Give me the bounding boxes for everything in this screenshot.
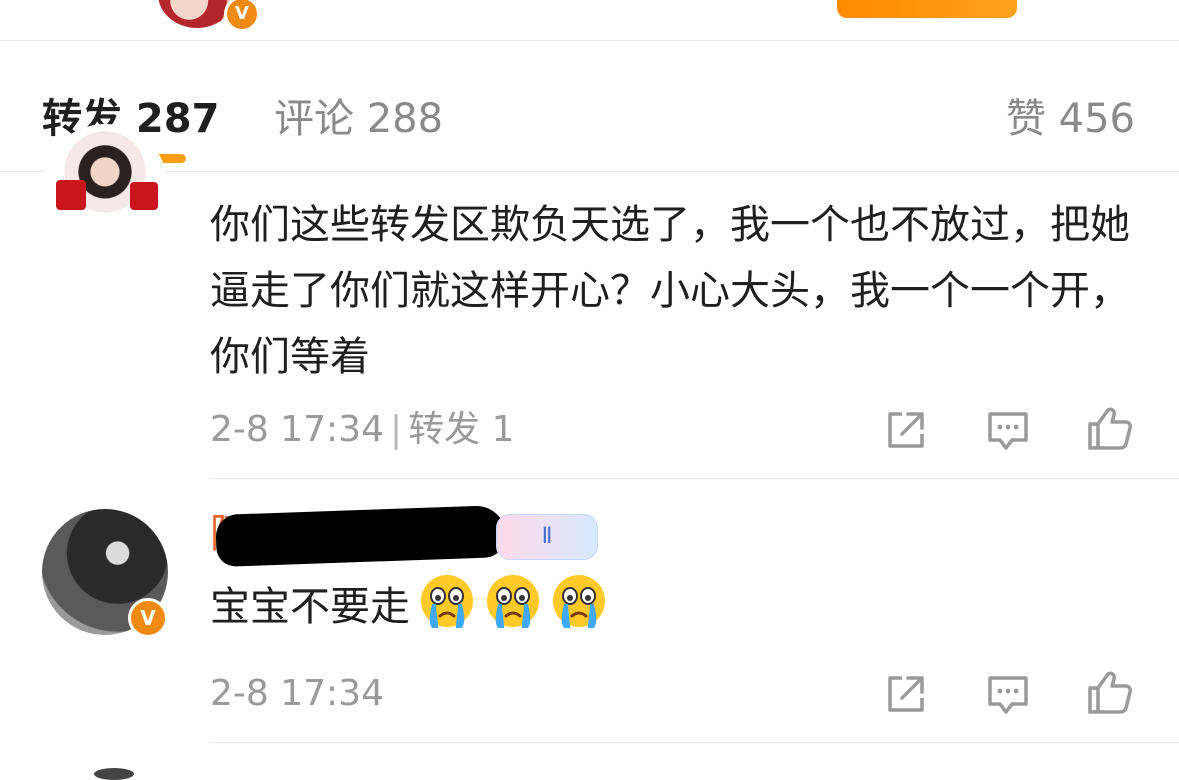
divider [210,478,1179,479]
fan-badge-label: Ⅱ [541,524,553,549]
author-avatar[interactable]: V [158,0,260,32]
timestamp: 2-8 17:34 [210,409,384,450]
repost-text-row: 宝宝不要走 [210,572,1130,640]
username-row[interactable]: 阿 Ⅱ [210,504,610,568]
divider [210,742,1179,743]
share-icon[interactable] [882,670,930,718]
comment-icon[interactable] [984,406,1032,454]
crying-face-icon [550,572,608,630]
verified-badge-icon: V [224,0,260,32]
follow-button[interactable] [837,0,1017,18]
avatar[interactable] [94,768,134,780]
thumbs-up-icon[interactable] [1086,668,1134,716]
repost-meta: 2-8 17:34 | 转发 1 [210,408,515,452]
repost-text: 你们这些转发区欺负天选了，我一个也不放过，把她逼走了你们就这样开心？小心大头，我… [210,202,1130,380]
fan-level-badge: Ⅱ [496,514,598,560]
divider [0,171,1179,172]
repost-count-link[interactable]: 转发 1 [408,409,514,450]
avatar[interactable] [42,124,168,250]
repost-meta: 2-8 17:34 [210,672,384,716]
share-icon[interactable] [882,406,930,454]
thumbs-up-icon[interactable] [1086,404,1134,452]
repost-text: 宝宝不要走 [210,584,410,630]
timestamp: 2-8 17:34 [210,673,384,714]
meta-separator: | [390,409,403,450]
tab-comments[interactable]: 评论 288 [274,95,443,143]
verified-badge-icon: V [128,598,168,638]
interaction-tabs: 转发 287 评论 288 赞 456 [0,41,1179,171]
crying-face-icon [484,572,542,630]
redaction-mark [215,504,507,568]
tab-likes[interactable]: 赞 456 [1006,95,1135,143]
post-header: V [0,0,1179,40]
comment-icon[interactable] [984,670,1032,718]
crying-face-icon [418,572,476,630]
